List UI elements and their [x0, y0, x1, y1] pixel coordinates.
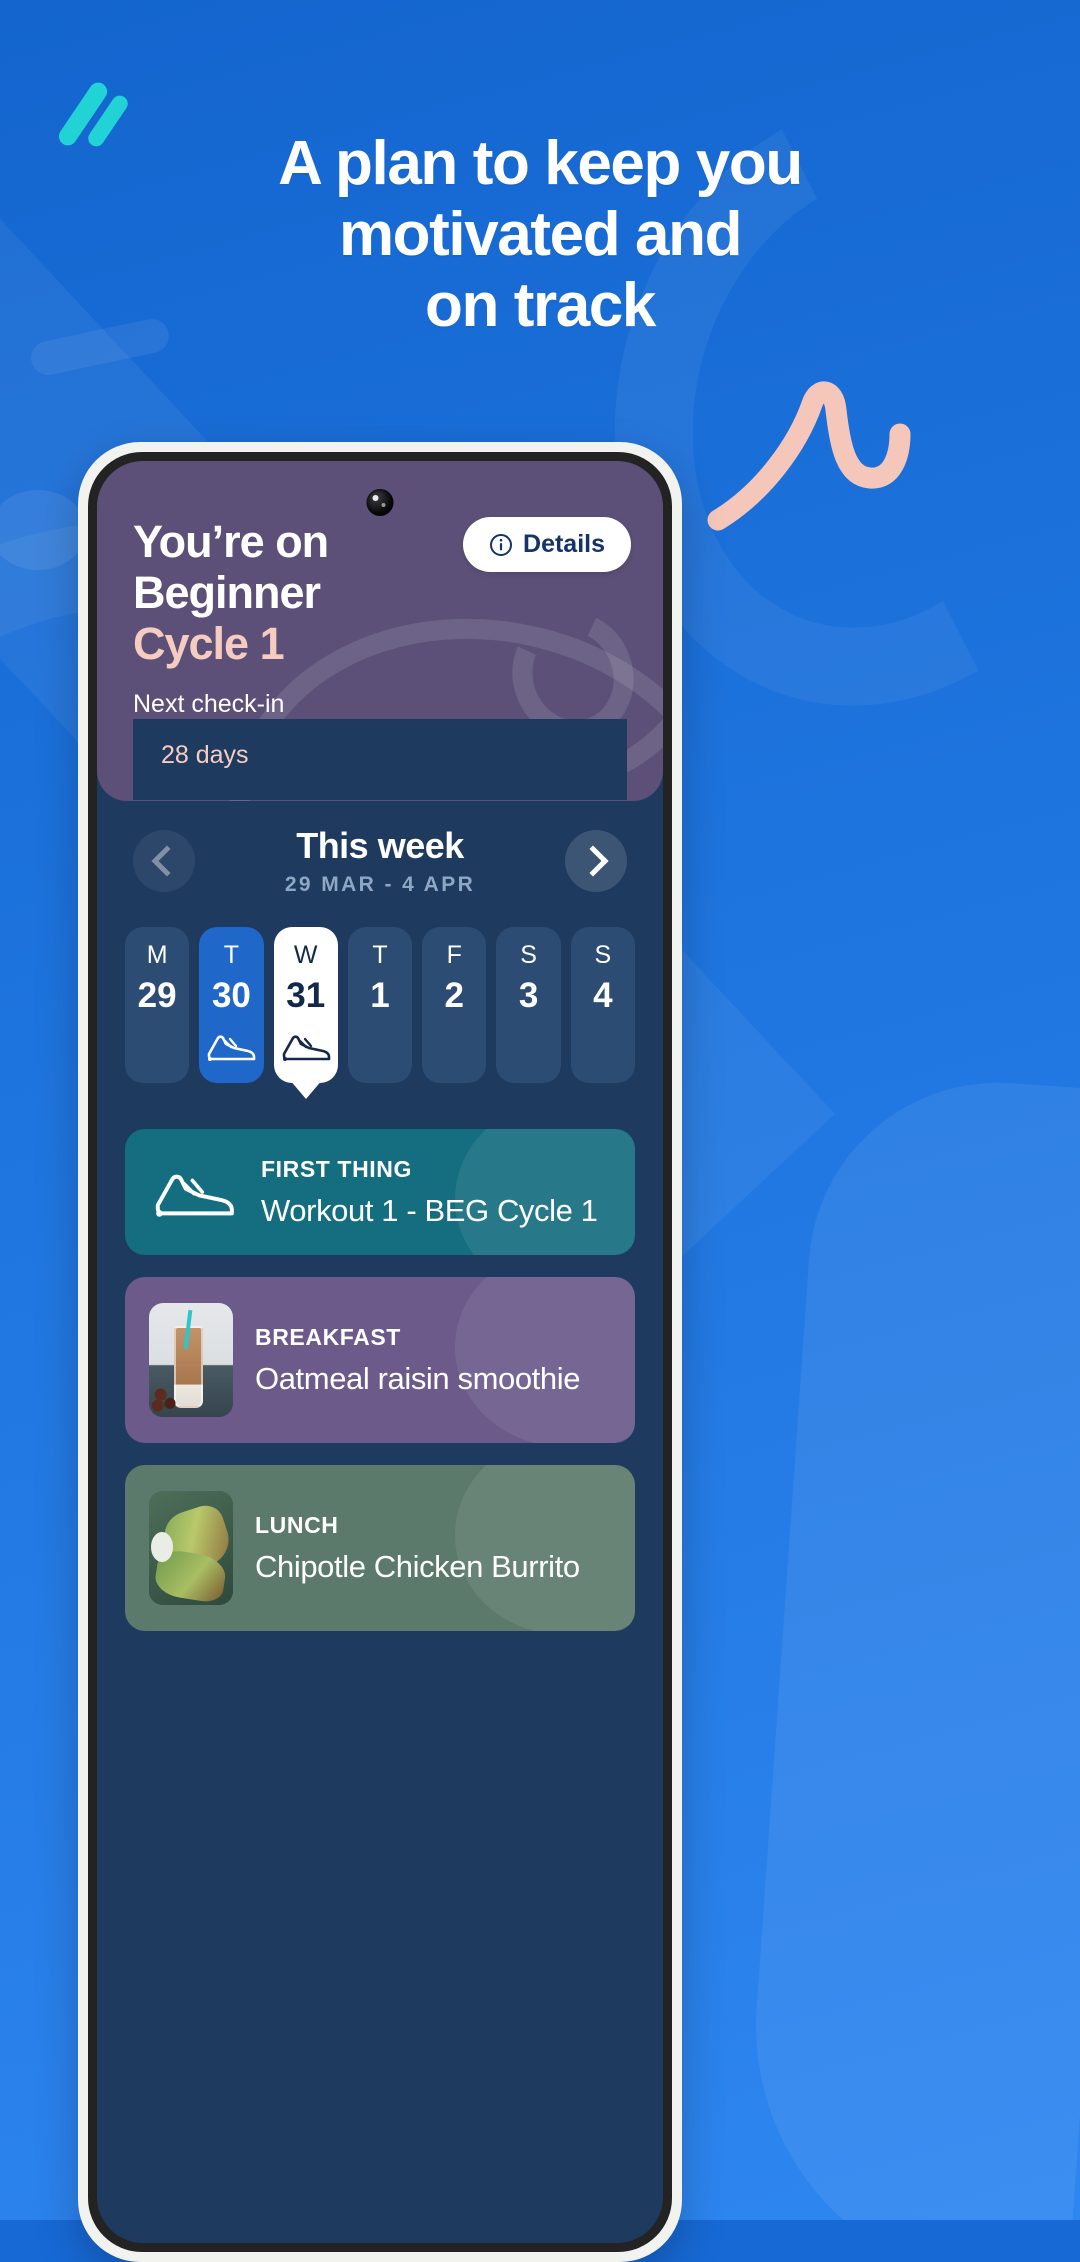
day-number: 2: [444, 976, 464, 1015]
day-pill[interactable]: F 2: [422, 927, 487, 1083]
phone-bezel: Details You’re on Beginner Cycle 1 Next …: [88, 452, 672, 2252]
card-kicker: BREAKFAST: [255, 1323, 401, 1350]
running-shoe-icon: [208, 1035, 256, 1061]
card-kicker: FIRST THING: [261, 1155, 412, 1182]
day-pill[interactable]: T 30: [199, 927, 264, 1083]
camera-glint: [372, 495, 379, 501]
activity-card-workout[interactable]: FIRST THING Workout 1 - BEG Cycle 1: [125, 1129, 635, 1255]
next-checkin: Next check-in 28 days: [133, 690, 627, 800]
info-icon: [490, 533, 513, 556]
day-number: 4: [593, 976, 613, 1015]
week-date-range: 29 MAR - 4 APR: [284, 873, 476, 896]
running-shoe-icon: [282, 1035, 331, 1061]
smoothie-photo: [149, 1303, 233, 1417]
promo-headline: A plan to keep you motivated and on trac…: [0, 128, 1080, 342]
pink-swoosh-icon: [707, 381, 911, 531]
day-activity-slot: [274, 1023, 338, 1069]
camera-glint: [381, 503, 386, 507]
day-pill[interactable]: S 3: [496, 927, 561, 1083]
card-title: Oatmeal raisin smoothie: [255, 1360, 581, 1396]
previous-week-button[interactable]: [133, 830, 195, 892]
card-title: Workout 1 - BEG Cycle 1: [261, 1192, 598, 1228]
day-number: 3: [518, 976, 539, 1015]
plan-cycle-label: Cycle 1: [133, 617, 285, 669]
details-button[interactable]: Details: [463, 517, 631, 572]
week-navigation: This week 29 MAR - 4 APR: [97, 801, 663, 905]
next-checkin-label: Next check-in: [133, 689, 285, 718]
next-checkin-value: 28 days: [133, 718, 627, 800]
day-activity-slot: [199, 1023, 263, 1069]
day-number: 1: [370, 976, 390, 1015]
day-of-week: T: [372, 941, 388, 969]
front-camera: [366, 489, 394, 516]
headline-line-3: on track: [425, 271, 656, 341]
day-number: 31: [286, 976, 326, 1015]
card-icon: [149, 1164, 239, 1220]
day-pill[interactable]: S 4: [570, 927, 635, 1083]
day-pill[interactable]: T 1: [347, 927, 413, 1083]
day-number: 30: [211, 976, 251, 1015]
chevron-right-icon: [577, 845, 609, 877]
details-button-label: Details: [523, 530, 605, 558]
phone-screen: Details You’re on Beginner Cycle 1 Next …: [97, 461, 663, 2243]
card-text: FIRST THING Workout 1 - BEG Cycle 1: [261, 1156, 598, 1229]
card-text: BREAKFAST Oatmeal raisin smoothie: [255, 1324, 580, 1397]
photo-sauce: [150, 1532, 173, 1562]
next-week-button[interactable]: [564, 830, 627, 892]
chevron-left-icon: [151, 845, 183, 877]
activity-card-list: FIRST THING Workout 1 - BEG Cycle 1 BREA…: [97, 1113, 663, 1631]
week-title-group: This week 29 MAR - 4 APR: [285, 825, 475, 897]
day-of-week: T: [223, 941, 240, 969]
headline-line-1: A plan to keep you: [278, 129, 803, 198]
day-of-week: S: [520, 941, 537, 969]
day-of-week: M: [146, 941, 168, 969]
photo-raisins: [152, 1382, 181, 1413]
headline-line-2: motivated and: [338, 200, 742, 270]
day-pill[interactable]: M 29: [125, 927, 190, 1083]
day-of-week: S: [594, 941, 612, 969]
burrito-photo: [149, 1491, 233, 1605]
card-kicker: LUNCH: [255, 1511, 339, 1538]
plan-title-line-2: Beginner: [133, 566, 321, 618]
week-title: This week: [296, 825, 464, 866]
card-text: LUNCH Chipotle Chicken Burrito: [255, 1512, 580, 1585]
running-shoe-icon: [155, 1174, 234, 1217]
day-of-week: F: [446, 941, 462, 969]
day-number: 29: [137, 976, 177, 1015]
card-title: Chipotle Chicken Burrito: [255, 1548, 580, 1584]
day-pill-selected[interactable]: W 31: [273, 927, 338, 1083]
phone-mockup: Details You’re on Beginner Cycle 1 Next …: [78, 442, 682, 2262]
week-day-strip: M 29 T 30 W 31 T 1 F 2 S 3 S 4: [97, 905, 663, 1113]
activity-card-breakfast[interactable]: BREAKFAST Oatmeal raisin smoothie: [125, 1277, 635, 1443]
day-of-week: W: [293, 941, 318, 969]
plan-title-line-1: You’re on: [133, 516, 329, 567]
activity-card-lunch[interactable]: LUNCH Chipotle Chicken Burrito: [125, 1465, 635, 1631]
